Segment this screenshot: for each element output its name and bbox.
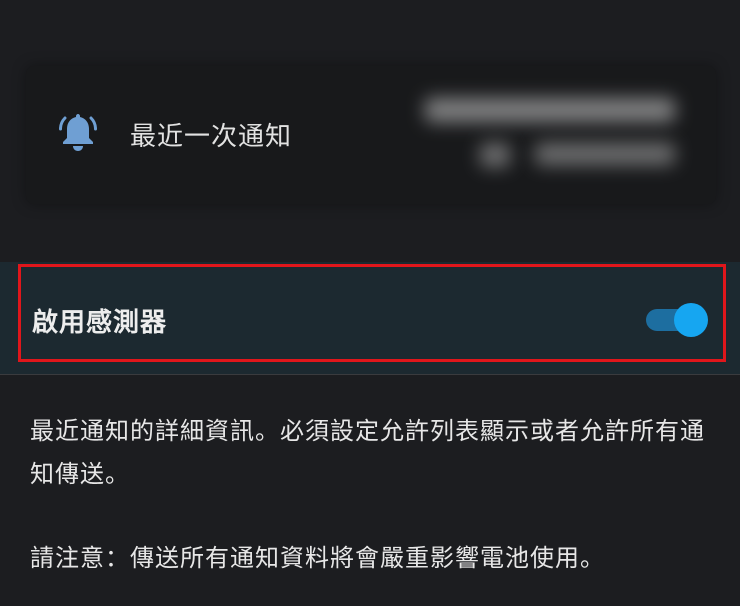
- redacted-notification-text: [425, 98, 675, 122]
- enable-sensor-toggle[interactable]: [646, 302, 710, 337]
- bell-icon: [59, 114, 97, 151]
- enable-sensor-label: 啟用感測器: [32, 308, 168, 338]
- last-notification-label: 最近一次通知: [130, 122, 293, 152]
- battery-warning-note: 請注意：傳送所有通知資料將會嚴重影響電池使用。: [30, 544, 605, 572]
- toggle-thumb: [674, 303, 708, 337]
- redacted-notification-time: [535, 143, 675, 165]
- divider: [0, 374, 740, 375]
- sensor-description: 最近通知的詳細資訊。必須設定允許列表顯示或者允許所有通知傳送。: [30, 417, 705, 488]
- redacted-notification-icon: [480, 143, 510, 167]
